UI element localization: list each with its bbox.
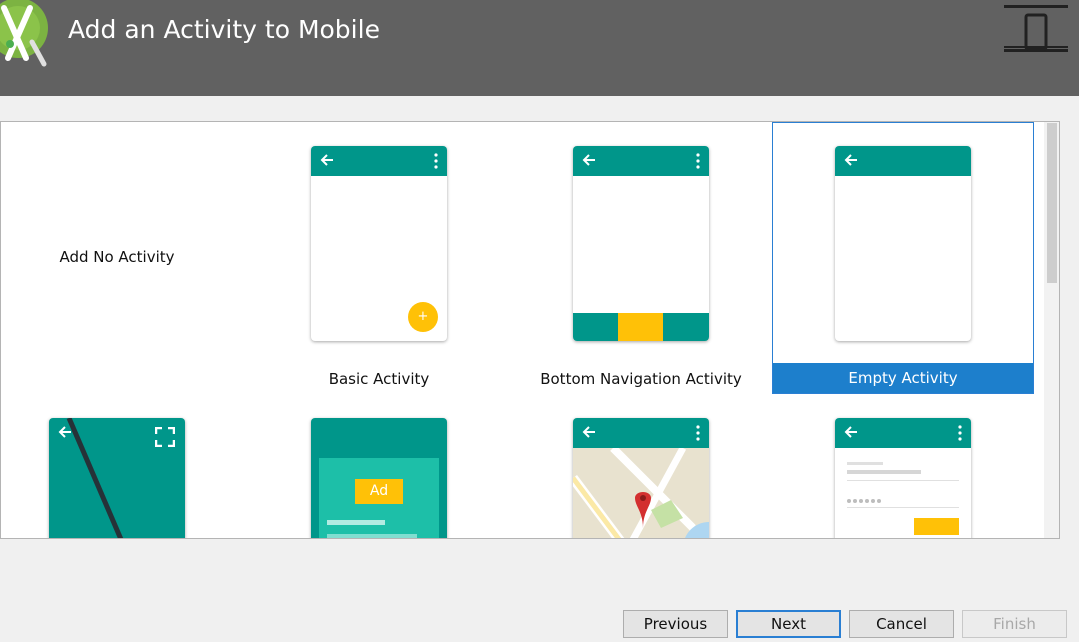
scrollbar-thumb[interactable] xyxy=(1047,123,1057,283)
tile-maps-activity[interactable] xyxy=(510,394,772,538)
tile-label: Basic Activity xyxy=(328,370,430,388)
ad-badge: Ad xyxy=(355,479,403,504)
basic-activity-preview: + xyxy=(311,146,447,341)
admob-preview: Ad xyxy=(311,418,447,538)
tile-fullscreen-activity[interactable] xyxy=(1,394,248,538)
overflow-menu-icon xyxy=(696,153,700,169)
empty-activity-preview xyxy=(835,146,971,341)
back-arrow-icon xyxy=(58,426,71,438)
fullscreen-preview xyxy=(49,418,185,538)
tile-login-activity[interactable] xyxy=(772,394,1034,538)
next-button[interactable]: Next xyxy=(736,610,841,638)
overflow-menu-icon xyxy=(958,425,962,441)
fullscreen-icon xyxy=(155,427,175,447)
finish-button[interactable]: Finish xyxy=(962,610,1067,638)
tile-label: Add No Activity xyxy=(59,248,175,266)
tile-basic-activity[interactable]: + Basic Activity xyxy=(248,122,510,394)
activity-gallery: Add No Activity + Basic Activity Bottom … xyxy=(0,121,1060,539)
app-bar xyxy=(311,146,447,176)
login-form-icon xyxy=(847,462,959,535)
page-title: Add an Activity to Mobile xyxy=(68,15,380,44)
map-icon xyxy=(573,448,709,538)
maps-preview xyxy=(573,418,709,538)
android-studio-logo-icon xyxy=(0,0,48,67)
tile-empty-activity[interactable]: Empty Activity xyxy=(772,122,1034,394)
overflow-menu-icon xyxy=(434,153,438,169)
ad-panel: Ad xyxy=(319,458,439,538)
app-bar xyxy=(573,418,709,448)
cancel-button[interactable]: Cancel xyxy=(849,610,954,638)
back-arrow-icon xyxy=(844,426,857,438)
previous-button[interactable]: Previous xyxy=(623,610,728,638)
tile-bottom-navigation-activity[interactable]: Bottom Navigation Activity xyxy=(510,122,772,394)
back-arrow-icon xyxy=(844,154,857,166)
bottom-navigation-bar xyxy=(573,313,709,341)
overflow-menu-icon xyxy=(696,425,700,441)
app-bar xyxy=(573,146,709,176)
ad-text-line xyxy=(327,520,385,525)
vertical-scrollbar[interactable] xyxy=(1044,122,1059,538)
fab-plus-icon: + xyxy=(408,302,438,332)
tile-admob-activity[interactable]: Ad xyxy=(248,394,510,538)
bottom-navigation-preview xyxy=(573,146,709,341)
login-preview xyxy=(835,418,971,538)
wizard-header: Add an Activity to Mobile xyxy=(0,0,1079,96)
app-bar xyxy=(835,146,971,176)
tile-label: Empty Activity xyxy=(773,363,1033,393)
back-arrow-icon xyxy=(320,154,333,166)
app-bar xyxy=(835,418,971,448)
tile-add-no-activity[interactable]: Add No Activity xyxy=(1,122,248,394)
mobile-device-icon xyxy=(1004,5,1068,52)
ad-text-line xyxy=(327,534,417,538)
bottom-nav-active-item xyxy=(618,313,663,341)
back-arrow-icon xyxy=(582,426,595,438)
back-arrow-icon xyxy=(582,154,595,166)
tile-label: Bottom Navigation Activity xyxy=(540,370,742,388)
